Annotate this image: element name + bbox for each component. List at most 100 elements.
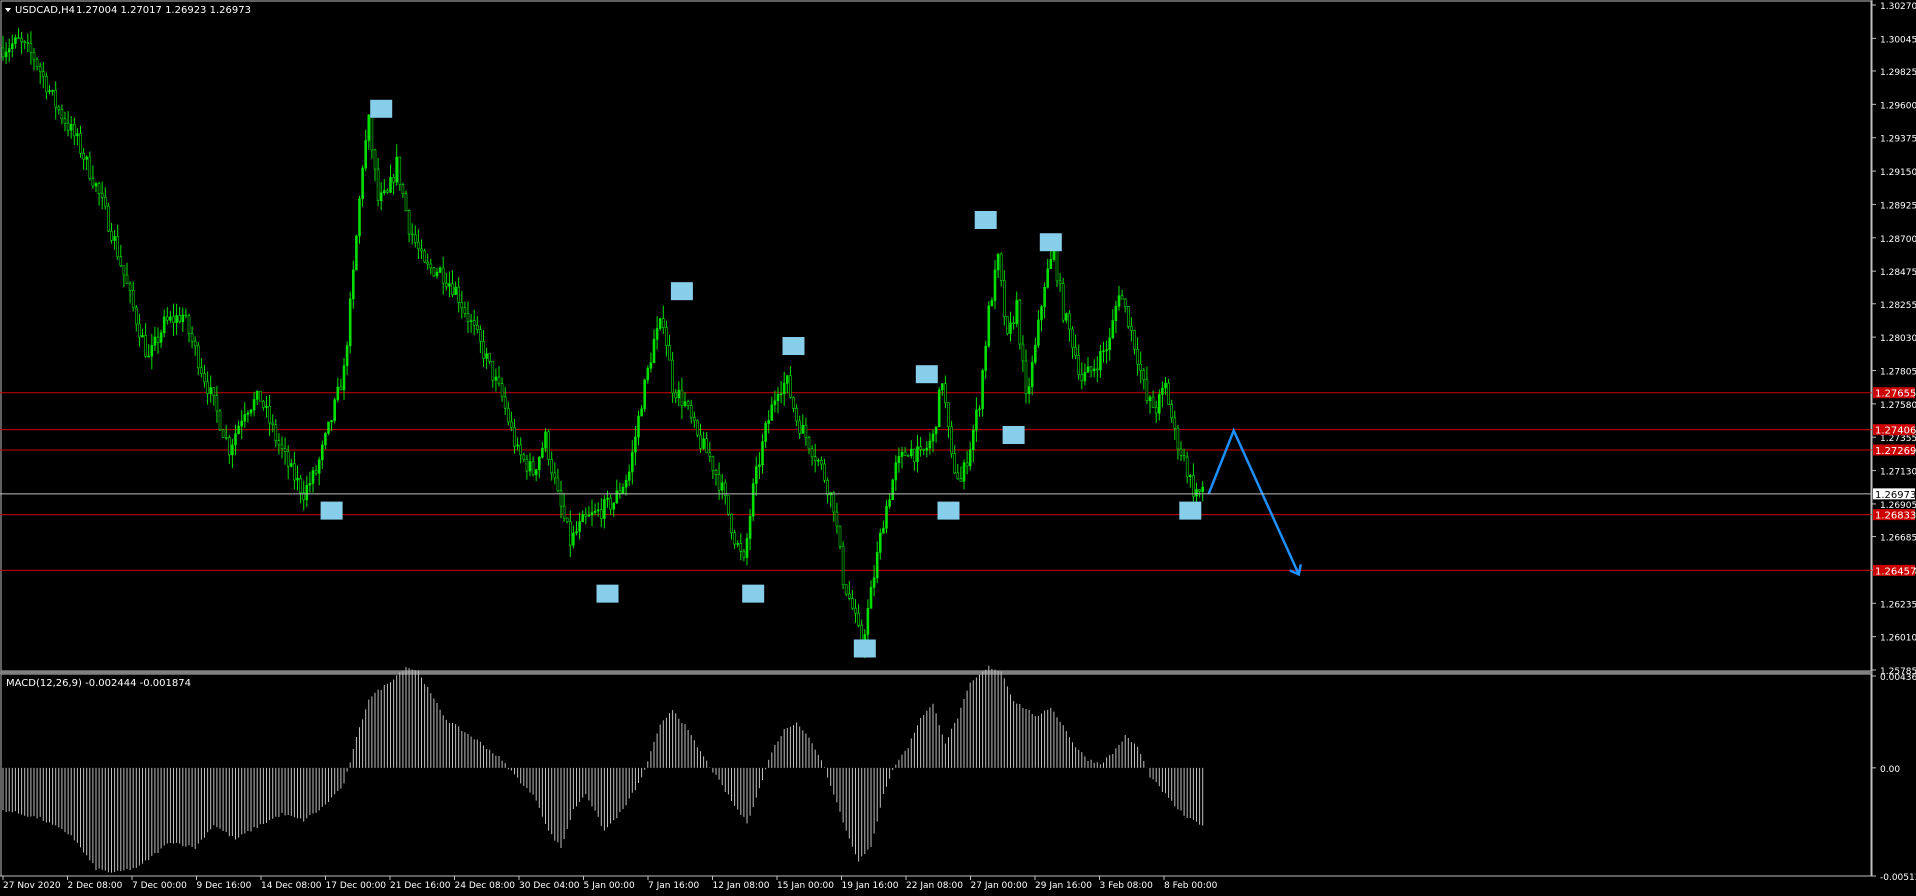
candle-body (73, 124, 76, 137)
candle-body (674, 392, 678, 399)
candle-body (596, 509, 600, 512)
candle-body (1071, 328, 1074, 348)
candle-body (575, 531, 578, 534)
time-tick-label: 22 Jan 08:00 (906, 881, 963, 891)
candle-body (584, 514, 588, 517)
candle-body (255, 390, 259, 400)
chart-header: USDCAD,H4 1.27004 1.27017 1.26923 1.2697… (5, 5, 251, 16)
candle-body (990, 300, 994, 307)
candle-body (1102, 350, 1105, 353)
candle-body (234, 433, 237, 446)
candle-body (996, 253, 1000, 271)
candle-body (1195, 489, 1198, 497)
candle-body (984, 345, 988, 371)
candle-body (200, 367, 203, 374)
candle-body (413, 234, 417, 243)
candle-body (1114, 306, 1118, 322)
time-tick-label: 12 Jan 08:00 (713, 881, 770, 891)
candle-body (107, 205, 110, 232)
candle-body (1018, 299, 1022, 345)
candle-body (637, 415, 640, 438)
candle-body (940, 383, 944, 391)
candle-body (274, 424, 278, 441)
candle-body (1009, 322, 1012, 334)
candle-body (776, 394, 780, 402)
candle-body (878, 532, 882, 553)
candle-body (1030, 361, 1034, 387)
candle-body (754, 466, 758, 484)
candle-body (215, 395, 219, 412)
candle-body (1179, 448, 1183, 456)
candle-body (646, 367, 650, 381)
pane-separator[interactable] (0, 671, 1872, 674)
candle-body (1080, 374, 1084, 382)
candle-body (38, 66, 42, 73)
candle-body (767, 420, 771, 424)
candle-body (85, 156, 88, 160)
candle-body (559, 490, 563, 507)
candle-body (1077, 355, 1080, 375)
candle-body (820, 459, 823, 465)
candle-body (218, 410, 222, 431)
candle-body (457, 286, 461, 303)
candle-body (962, 462, 966, 482)
candle-body (258, 390, 262, 402)
candle-body (668, 345, 671, 361)
candle-body (692, 417, 696, 422)
candle-body (537, 456, 541, 470)
candle-body (79, 133, 82, 154)
candle-body (444, 282, 448, 287)
swing-marker (1179, 501, 1202, 520)
candle-body (144, 335, 147, 357)
swing-marker (915, 365, 938, 384)
candle-body (423, 250, 426, 263)
candle-body (401, 184, 405, 195)
candle-body (730, 513, 733, 534)
time-tick-label: 7 Jan 16:00 (648, 881, 700, 891)
candle-body (141, 335, 144, 338)
candle-body (376, 168, 380, 202)
candle-body (1006, 316, 1009, 334)
time-tick-label: 7 Dec 00:00 (132, 881, 187, 891)
candle-body (705, 438, 709, 454)
candle-body (342, 365, 346, 391)
candle-body (54, 89, 58, 108)
candle-body (547, 431, 550, 460)
candle-body (472, 320, 476, 326)
candle-body (175, 315, 178, 323)
candle-body (875, 552, 879, 579)
candle-body (857, 613, 860, 626)
candle-body (1158, 394, 1161, 414)
candle-body (999, 253, 1003, 281)
candle-body (184, 314, 188, 317)
candle-body (1142, 370, 1146, 381)
candle-body (1092, 368, 1096, 372)
candle-body (655, 328, 659, 340)
candle-body (894, 462, 898, 481)
candle-body (1049, 259, 1053, 270)
candle-body (7, 48, 11, 53)
candle-body (345, 345, 349, 366)
time-tick-label: 24 Dec 08:00 (455, 881, 516, 891)
candle-body (711, 456, 715, 471)
candle-body (519, 444, 523, 456)
candle-body (1161, 387, 1164, 395)
candle-body (748, 515, 752, 539)
macd-tick-label: -0.005139 (1880, 873, 1916, 883)
candle-body (944, 383, 947, 404)
candle-body (550, 459, 554, 474)
candle-body (736, 543, 740, 545)
candle-body (835, 511, 839, 527)
candle-body (104, 197, 107, 207)
candle-body (804, 424, 808, 438)
candle-body (1148, 396, 1152, 401)
candle-body (826, 479, 829, 496)
candle-body (1043, 287, 1046, 308)
price-tick-label: 1.28255 (1880, 301, 1916, 311)
candle-body (197, 345, 200, 369)
candle-body (761, 441, 764, 466)
candle-body (348, 298, 352, 347)
candle-body (94, 183, 98, 187)
candle-body (556, 477, 560, 492)
candle-body (1154, 407, 1158, 414)
